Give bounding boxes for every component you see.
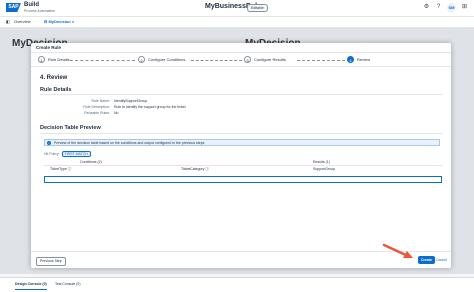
step-number: 2	[138, 56, 145, 63]
step-label: Configure Results	[254, 57, 286, 62]
col-label: TicketType	[50, 167, 67, 171]
product-name: Build	[24, 2, 39, 8]
step-number: 3	[244, 56, 251, 63]
wizard-connector	[297, 59, 345, 61]
col-header-supportgroup[interactable]: SupportGroup	[313, 167, 335, 171]
create-button[interactable]: Create	[418, 256, 435, 264]
divider	[40, 94, 442, 95]
tab-mydecision-label: MyDecision	[48, 19, 71, 24]
review-heading: 4. Review	[40, 75, 68, 81]
conditions-group-header: Conditions (2)	[80, 160, 102, 164]
shell-actions: ⚙ ? SM ⊞	[423, 3, 468, 12]
active-tab-indicator	[15, 289, 47, 290]
rule-name-value: IdentifySupportGroup	[114, 99, 148, 103]
dialog-header: Create Rule	[31, 43, 451, 53]
tab-overview[interactable]: Overview	[14, 19, 31, 24]
preview-heading: Decision Table Preview	[40, 125, 101, 131]
settings-icon[interactable]: ⚙	[423, 4, 430, 11]
step-number: 4	[347, 56, 354, 63]
annotation-arrow-icon	[382, 243, 413, 258]
console-bar: Design Console (0) Test Console (0)	[0, 277, 474, 292]
grid-icon[interactable]: ⊞	[461, 4, 468, 11]
wizard-step-1[interactable]: 1 Rule Details	[38, 56, 70, 63]
step-number: 1	[38, 56, 45, 63]
rule-name-label: Rule Name:	[91, 99, 110, 103]
info-icon: ⓘ	[205, 167, 209, 171]
product-subtitle: Process Automation	[24, 9, 56, 13]
table-row[interactable]	[44, 176, 442, 183]
col-header-ticketcategory[interactable]: TicketCategory ⓘ	[181, 167, 209, 172]
reusable-rules-value: No	[114, 111, 119, 115]
avatar[interactable]: SM	[447, 3, 456, 12]
col-header-tickettype[interactable]: TicketType ⓘ	[50, 167, 71, 172]
shell-bar: SAP Build Process Automation MyBusinessR…	[0, 0, 474, 17]
cancel-button[interactable]: Cancel	[434, 256, 449, 264]
hit-policy: Hit Policy: FIRST MATCH	[44, 151, 91, 157]
tab-mydecision[interactable]: ⊟ MyDecision ×	[44, 19, 74, 24]
divider	[40, 133, 442, 134]
tab-test-console[interactable]: Test Console (0)	[55, 282, 80, 286]
rule-details-heading: Rule Details	[40, 87, 72, 93]
hit-policy-label: Hit Policy:	[44, 152, 60, 156]
menu-icon[interactable]: ◧	[6, 19, 10, 24]
col-label: TicketCategory	[181, 167, 205, 171]
sap-logo[interactable]: SAP	[6, 3, 21, 12]
help-icon[interactable]: ?	[435, 4, 442, 11]
wizard-step-3[interactable]: 3 Configure Results	[244, 56, 286, 63]
review-content: 4. Review Rule Details Rule Name: Identi…	[35, 69, 447, 247]
wizard-progress: 1 Rule Details 2 Configure Conditions 3 …	[31, 54, 451, 67]
step-label: Configure Conditions	[148, 57, 186, 62]
step-label: Review	[357, 57, 371, 62]
rule-description-label: Rule Description:	[83, 105, 110, 109]
reusable-rules-label: Reusable Rules:	[84, 111, 110, 115]
results-group-header: Results (1)	[313, 160, 330, 164]
info-icon: ⓘ	[67, 167, 72, 171]
create-rule-dialog: Create Rule 1 Rule Details 2 Configure C…	[31, 43, 451, 268]
dialog-title: Create Rule	[36, 45, 62, 50]
rule-description-value: Rule to identify the support group for t…	[114, 105, 186, 109]
wizard-connector	[70, 59, 135, 61]
tab-overview-label: Overview	[14, 19, 31, 24]
info-text: Preview of the decision table based on t…	[54, 141, 205, 145]
col-label: SupportGroup	[313, 167, 335, 171]
table-header-divider	[44, 165, 442, 166]
info-message-strip: i Preview of the decision table based on…	[44, 139, 440, 146]
hit-policy-badge: FIRST MATCH	[61, 151, 91, 157]
wizard-step-4[interactable]: 4 Review	[347, 56, 370, 63]
info-icon: i	[47, 141, 51, 145]
step-label: Rule Details	[48, 57, 70, 62]
tab-bar: ◧ Overview ⊟ MyDecision ×	[0, 17, 474, 28]
close-tab-icon[interactable]: ×	[72, 19, 74, 24]
editable-badge: Editable	[247, 4, 268, 12]
wizard-connector	[191, 59, 242, 61]
previous-step-button[interactable]: Previous Step	[36, 257, 66, 266]
wizard-step-2[interactable]: 2 Configure Conditions	[138, 56, 185, 63]
tab-design-console[interactable]: Design Console (0)	[15, 282, 47, 286]
